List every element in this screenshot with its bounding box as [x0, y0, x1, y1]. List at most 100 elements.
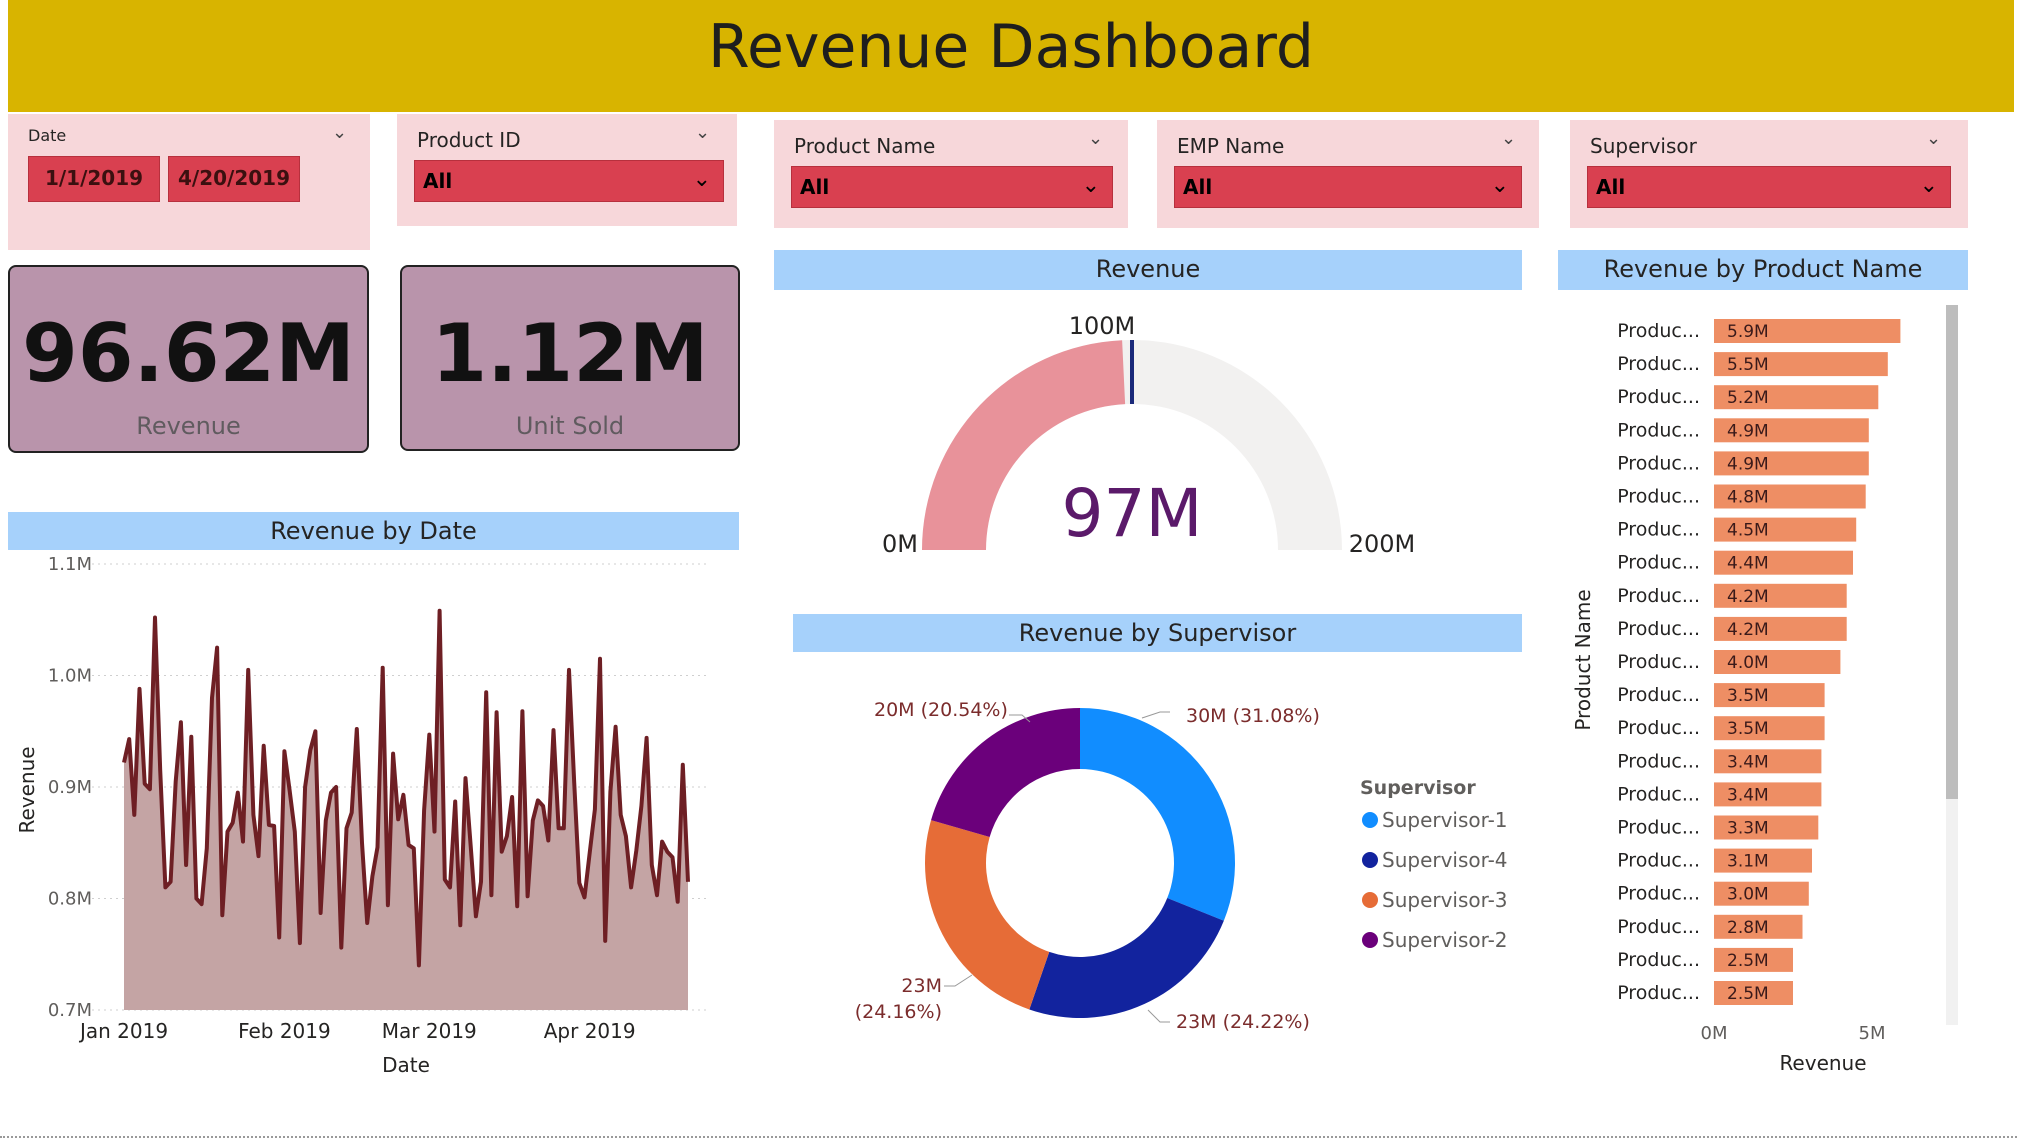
chevron-down-icon[interactable]: ⌄ — [1501, 128, 1516, 149]
y-tick-label: 0.7M — [48, 1000, 92, 1021]
page-title: Revenue Dashboard — [708, 12, 1314, 82]
revenue-by-product-chart: Produc... 5.9M Produc... 5.5M Produc... 5.2M P… — [1571, 305, 1958, 1075]
chevron-down-icon: ⌄ — [1490, 173, 1509, 198]
chevron-down-icon: ⌄ — [1081, 173, 1100, 198]
slice-supervisor-2[interactable] — [931, 708, 1080, 838]
data-label: 2.8M — [1727, 918, 1769, 938]
x-tick-label: 5M — [1859, 1023, 1886, 1044]
date-slicer: Date ⌄ 1/1/2019 4/20/2019 — [8, 114, 370, 250]
data-label: 4.2M — [1727, 620, 1769, 640]
slice-supervisor-1[interactable] — [1080, 708, 1235, 921]
y-tick-label: Produc... — [1617, 618, 1700, 640]
y-tick-label: Produc... — [1617, 320, 1700, 342]
kpi-card-revenue: 96.62M Revenue — [8, 265, 369, 453]
revenue-by-date-chart: 0.7M 0.8M 0.9M 1.0M 1.1M Jan 2019 Feb 2019 Mar… — [15, 554, 708, 1077]
supervisor-value: All — [1596, 175, 1626, 199]
legend-item-supervisor-3[interactable]: Supervisor-3 — [1382, 888, 1508, 912]
slice-label-supervisor-3-value: 23M — [901, 975, 942, 997]
data-label: 4.9M — [1727, 454, 1769, 474]
gauge-max-label: 200M — [1349, 530, 1416, 558]
product-name-value: All — [800, 175, 830, 199]
legend-item-supervisor-2[interactable]: Supervisor-2 — [1382, 928, 1508, 952]
data-label: 4.2M — [1727, 587, 1769, 607]
data-label: 3.4M — [1727, 785, 1769, 805]
supervisor-dropdown[interactable]: All ⌄ — [1587, 166, 1951, 208]
data-label: 4.8M — [1727, 488, 1769, 508]
product-name-slicer: Product Name ⌄ All ⌄ — [774, 120, 1128, 228]
y-tick-label: Produc... — [1617, 452, 1700, 474]
y-tick-label: 0.9M — [48, 777, 92, 798]
y-tick-label: Produc... — [1617, 817, 1700, 839]
chevron-down-icon: ⌄ — [692, 167, 711, 192]
kpi-label: Revenue — [136, 412, 241, 440]
product-name-label: Product Name — [794, 134, 936, 158]
slice-supervisor-4[interactable] — [1029, 898, 1224, 1018]
gauge-value: 97M — [1062, 475, 1203, 552]
legend-title: Supervisor — [1360, 777, 1476, 799]
y-tick-label: Produc... — [1617, 486, 1700, 508]
y-tick-label: 1.0M — [48, 666, 92, 687]
legend-item-supervisor-1[interactable]: Supervisor-1 — [1382, 808, 1508, 832]
emp-name-slicer: EMP Name ⌄ All ⌄ — [1157, 120, 1539, 228]
y-axis-label: Product Name — [1571, 589, 1595, 730]
product-id-label: Product ID — [417, 128, 521, 152]
date-end-input[interactable]: 4/20/2019 — [168, 156, 300, 202]
data-label: 3.3M — [1727, 819, 1769, 839]
data-label: 5.9M — [1727, 322, 1769, 342]
data-label: 5.2M — [1727, 388, 1769, 408]
product-id-slicer: Product ID ⌄ All ⌄ — [397, 114, 737, 226]
slice-label-supervisor-3-percent: (24.16%) — [855, 1001, 942, 1023]
date-start-input[interactable]: 1/1/2019 — [28, 156, 160, 202]
chevron-down-icon[interactable]: ⌄ — [695, 122, 710, 143]
y-tick-label: Produc... — [1617, 585, 1700, 607]
y-tick-label: Produc... — [1617, 386, 1700, 408]
emp-name-dropdown[interactable]: All ⌄ — [1174, 166, 1522, 208]
supervisor-label: Supervisor — [1590, 134, 1697, 158]
y-tick-label: Produc... — [1617, 982, 1700, 1004]
bar-chart-title: Revenue by Product Name — [1558, 250, 1968, 290]
x-tick-label: Jan 2019 — [78, 1019, 168, 1043]
data-label: 4.0M — [1727, 653, 1769, 673]
y-tick-label: Produc... — [1617, 850, 1700, 872]
revenue-by-supervisor-chart: 30M (31.08%) 20M (20.54%) 23M (24.16%) 2… — [855, 699, 1508, 1033]
y-tick-label: Produc... — [1617, 949, 1700, 971]
y-tick-label: Produc... — [1617, 783, 1700, 805]
slice-supervisor-3[interactable] — [925, 820, 1050, 1010]
slice-label-supervisor-2: 20M (20.54%) — [874, 699, 1008, 721]
y-tick-label: Produc... — [1617, 750, 1700, 772]
product-name-dropdown[interactable]: All ⌄ — [791, 166, 1113, 208]
data-label: 2.5M — [1727, 984, 1769, 1004]
supervisor-slicer: Supervisor ⌄ All ⌄ — [1570, 120, 1968, 228]
slice-label-supervisor-1: 30M (31.08%) — [1186, 705, 1320, 727]
chevron-down-icon[interactable]: ⌄ — [332, 122, 347, 143]
data-label: 4.9M — [1727, 421, 1769, 441]
product-id-dropdown[interactable]: All ⌄ — [414, 160, 724, 202]
x-axis-label: Revenue — [1779, 1051, 1866, 1075]
x-tick-label: Apr 2019 — [544, 1019, 636, 1043]
kpi-label: Unit Sold — [515, 412, 625, 440]
y-tick-label: Produc... — [1617, 419, 1700, 441]
data-label: 3.4M — [1727, 752, 1769, 772]
chevron-down-icon: ⌄ — [1919, 173, 1938, 198]
chevron-down-icon[interactable]: ⌄ — [1088, 128, 1103, 149]
kpi-value: 1.12M — [431, 307, 709, 400]
y-tick-label: Produc... — [1617, 916, 1700, 938]
y-tick-label: Produc... — [1617, 552, 1700, 574]
x-tick-label: Mar 2019 — [382, 1019, 477, 1043]
scrollbar-thumb[interactable] — [1946, 305, 1958, 799]
emp-name-value: All — [1183, 175, 1213, 199]
legend-item-supervisor-4[interactable]: Supervisor-4 — [1382, 848, 1508, 872]
slice-label-supervisor-4: 23M (24.22%) — [1176, 1011, 1310, 1033]
emp-name-label: EMP Name — [1177, 134, 1285, 158]
y-tick-label: Produc... — [1617, 883, 1700, 905]
legend-marker — [1362, 812, 1378, 828]
y-axis-label: Revenue — [15, 746, 39, 833]
leader-line — [944, 974, 973, 987]
chevron-down-icon[interactable]: ⌄ — [1926, 128, 1941, 149]
gauge-title: Revenue — [774, 250, 1522, 290]
y-tick-label: Produc... — [1617, 684, 1700, 706]
data-label: 5.5M — [1727, 355, 1769, 375]
data-label: 3.5M — [1727, 719, 1769, 739]
data-label: 4.4M — [1727, 554, 1769, 574]
header-banner: Revenue Dashboard — [8, 0, 2014, 112]
